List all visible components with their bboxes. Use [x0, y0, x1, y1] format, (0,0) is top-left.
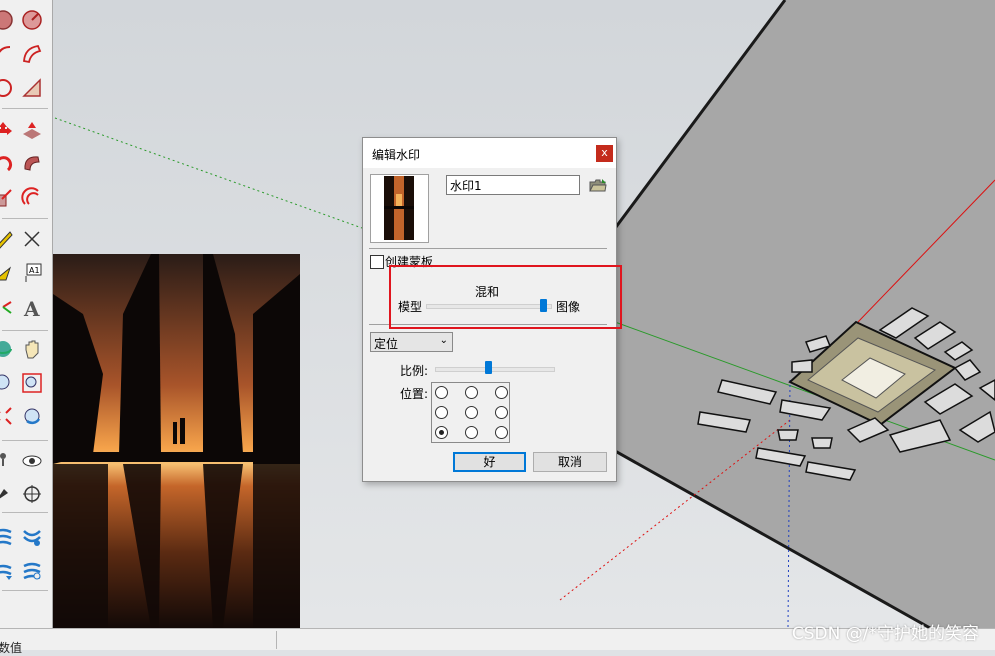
svg-text:A1: A1 — [29, 266, 40, 275]
position-radio-center[interactable] — [465, 406, 478, 419]
zoomwindow-icon[interactable] — [21, 372, 43, 394]
freehand-icon[interactable] — [21, 43, 43, 65]
radio-selected-dot — [439, 430, 444, 435]
rotate-icon[interactable] — [0, 153, 14, 175]
position-grid — [431, 382, 510, 443]
section-icon[interactable] — [0, 483, 14, 505]
circle-icon[interactable] — [0, 77, 14, 99]
previous-icon[interactable] — [21, 405, 43, 427]
sandbox3-icon[interactable] — [0, 560, 14, 582]
ground-plane — [560, 0, 995, 628]
chevron-down-icon: ⌄ — [439, 335, 448, 346]
3dtext-icon[interactable]: A — [21, 296, 43, 321]
position-radio-bottom-center[interactable] — [465, 426, 478, 439]
position-radio-middle-right[interactable] — [495, 406, 508, 419]
divider — [369, 248, 607, 249]
watermark-name-input[interactable] — [446, 175, 580, 195]
pie-icon[interactable] — [21, 9, 43, 31]
toolbar-separator — [2, 440, 48, 441]
position-camera-icon[interactable] — [21, 483, 43, 505]
zoomextents-icon[interactable] — [0, 405, 14, 427]
position-label: 位置: — [400, 387, 429, 401]
svg-text:A: A — [23, 297, 40, 318]
ok-button[interactable]: 好 — [453, 452, 526, 472]
followme-icon[interactable] — [21, 153, 43, 175]
position-radio-top-right[interactable] — [495, 386, 508, 399]
pushpull-icon[interactable] — [21, 120, 43, 142]
orbit-icon[interactable] — [0, 338, 14, 360]
lookaround-icon[interactable] — [21, 450, 43, 472]
status-measurement-label: 数值 — [0, 641, 23, 655]
position-radio-top-left[interactable] — [435, 386, 448, 399]
position-radio-bottom-right[interactable] — [495, 426, 508, 439]
close-button[interactable]: x — [596, 145, 613, 162]
toolbar-separator — [2, 512, 48, 513]
tools-toolbar: A1 A — [0, 0, 53, 628]
axes-icon[interactable] — [0, 296, 14, 318]
mode-select[interactable]: 定位 ⌄ — [370, 332, 453, 352]
toolbar-separator — [2, 218, 48, 219]
sandbox2-icon[interactable] — [21, 526, 43, 548]
status-divider — [276, 631, 277, 649]
highlight-box — [389, 265, 622, 329]
dialog-titlebar[interactable]: 编辑水印 x — [363, 138, 616, 168]
sandbox4-icon[interactable] — [21, 560, 43, 582]
scale-label: 比例: — [400, 364, 429, 378]
position-radio-middle-left[interactable] — [435, 406, 448, 419]
dimension-icon[interactable] — [21, 228, 43, 250]
arc2-icon[interactable] — [0, 43, 14, 65]
protractor-icon[interactable] — [0, 262, 14, 284]
watermark-photo — [53, 254, 300, 628]
zoom-icon[interactable] — [0, 372, 14, 394]
position-radio-bottom-left[interactable] — [435, 426, 448, 439]
green-axis — [54, 117, 363, 229]
toolbar-separator — [2, 330, 48, 331]
scale-slider-track[interactable] — [435, 367, 555, 372]
create-mask-checkbox[interactable] — [370, 255, 384, 269]
arc-icon[interactable] — [0, 9, 14, 31]
pan-icon[interactable] — [21, 338, 43, 360]
position-radio-top-center[interactable] — [465, 386, 478, 399]
sandbox-icon[interactable] — [0, 526, 14, 548]
tape-icon[interactable] — [0, 228, 14, 250]
polygon-icon[interactable] — [21, 77, 43, 99]
dialog-title: 编辑水印 — [372, 148, 421, 162]
mode-select-value: 定位 — [374, 337, 399, 351]
scale-slider-thumb[interactable] — [485, 361, 492, 374]
scale-icon[interactable] — [0, 187, 14, 209]
walk-icon[interactable] — [0, 450, 14, 472]
folder-open-icon[interactable] — [589, 178, 607, 195]
toolbar-separator — [2, 108, 48, 109]
move-icon[interactable] — [0, 120, 14, 142]
offset-icon[interactable] — [21, 187, 43, 209]
text-icon[interactable]: A1 — [21, 262, 43, 284]
cancel-button[interactable]: 取消 — [533, 452, 607, 472]
watermark-text: CSDN @/*守护她的笑容 — [791, 624, 979, 644]
watermark-thumbnail — [370, 174, 429, 243]
toolbar-separator — [2, 590, 48, 591]
